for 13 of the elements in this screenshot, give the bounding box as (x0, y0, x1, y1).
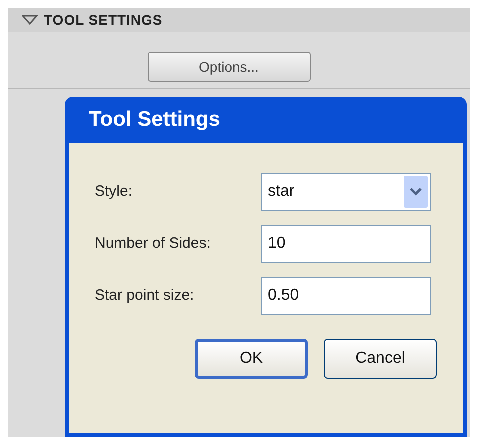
options-button[interactable]: Options... (148, 52, 310, 82)
style-dropdown[interactable]: star (261, 173, 431, 211)
panel-header[interactable]: TOOL SETTINGS (8, 8, 470, 32)
input-field[interactable]: 0.50 (261, 277, 431, 315)
field-label: Star point size: (95, 286, 196, 306)
field-label: Style: (95, 182, 134, 202)
window-title: Tool Settings (88, 107, 222, 134)
input-field[interactable]: 10 (261, 225, 431, 263)
field-label: Number of Sides: (95, 234, 212, 254)
dialog-button[interactable]: Cancel (324, 339, 437, 379)
dialog-button[interactable]: OK (195, 339, 308, 379)
panel-title: TOOL SETTINGS (44, 10, 163, 30)
collapse-triangle-icon[interactable] (22, 14, 38, 26)
